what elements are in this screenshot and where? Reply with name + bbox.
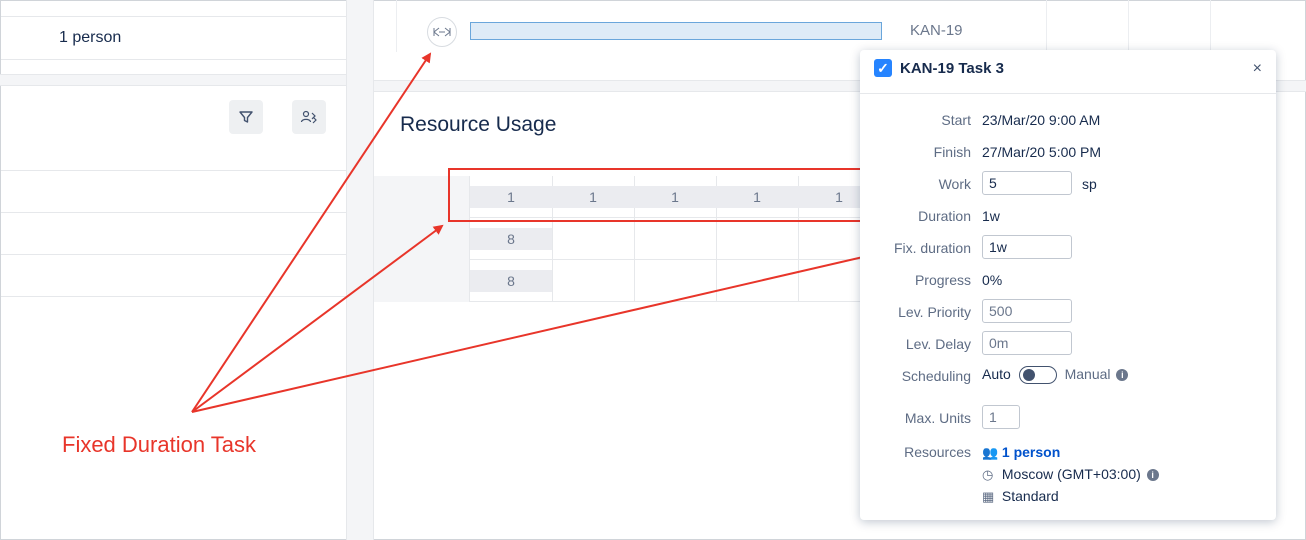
resources-link[interactable]: 1 person bbox=[1002, 444, 1060, 460]
popup-header: ✓ KAN-19 Task 3 × bbox=[860, 50, 1276, 94]
finish-label: Finish bbox=[933, 144, 971, 160]
work-label: Work bbox=[938, 176, 971, 192]
clock-icon: ◷ bbox=[982, 467, 994, 482]
scheduling-manual-label: Manual bbox=[1064, 366, 1111, 382]
task-details-popup: ✓ KAN-19 Task 3 × Start 23/Mar/20 9:00 A… bbox=[860, 50, 1276, 520]
duration-label: Duration bbox=[918, 208, 971, 224]
scheduling-toggle[interactable] bbox=[1018, 366, 1057, 385]
toggle-knob bbox=[1022, 369, 1035, 382]
calendar-icon: ▦ bbox=[982, 489, 995, 504]
progress-value: 0% bbox=[982, 272, 1003, 288]
timezone-value: Moscow (GMT+03:00) bbox=[1001, 466, 1141, 482]
fix-duration-label: Fix. duration bbox=[893, 240, 971, 256]
task-type-checkbox-icon: ✓ bbox=[874, 59, 892, 77]
lev-delay-input[interactable]: 0m bbox=[982, 331, 1072, 355]
annotation-label: Fixed Duration Task bbox=[62, 432, 257, 457]
arrow-to-fix-duration bbox=[191, 250, 878, 413]
scheduling-control: Auto Manual i bbox=[982, 366, 1129, 385]
progress-label: Progress bbox=[914, 272, 971, 288]
work-unit: sp bbox=[1082, 176, 1097, 192]
finish-value: 27/Mar/20 5:00 PM bbox=[982, 144, 1102, 160]
resources-label: Resources bbox=[904, 444, 971, 460]
duration-value: 1w bbox=[982, 208, 1000, 224]
work-input[interactable]: 5 bbox=[982, 171, 1072, 195]
scheduling-auto-label: Auto bbox=[982, 366, 1011, 382]
start-value: 23/Mar/20 9:00 AM bbox=[982, 112, 1101, 128]
scheduling-label: Scheduling bbox=[901, 368, 971, 384]
close-icon[interactable]: × bbox=[1253, 60, 1262, 78]
people-icon: 👥 bbox=[982, 445, 999, 460]
info-icon[interactable]: i bbox=[1146, 469, 1159, 482]
popup-title: KAN-19 Task 3 bbox=[900, 60, 1004, 77]
max-units-label: Max. Units bbox=[904, 410, 971, 426]
info-icon[interactable]: i bbox=[1116, 369, 1129, 382]
calendar-row: ▦ Standard bbox=[982, 488, 1059, 505]
resources-value: 👥 1 person bbox=[982, 444, 1060, 461]
max-units-input[interactable]: 1 bbox=[982, 405, 1020, 429]
calendar-value: Standard bbox=[1001, 488, 1059, 504]
start-label: Start bbox=[941, 112, 971, 128]
lev-priority-input[interactable]: 500 bbox=[982, 299, 1072, 323]
fix-duration-input[interactable]: 1w bbox=[982, 235, 1072, 259]
lev-priority-label: Lev. Priority bbox=[898, 304, 971, 320]
lev-delay-label: Lev. Delay bbox=[905, 336, 971, 352]
timezone-row: ◷ Moscow (GMT+03:00) i bbox=[982, 466, 1159, 483]
arrow-to-icon bbox=[191, 52, 432, 413]
